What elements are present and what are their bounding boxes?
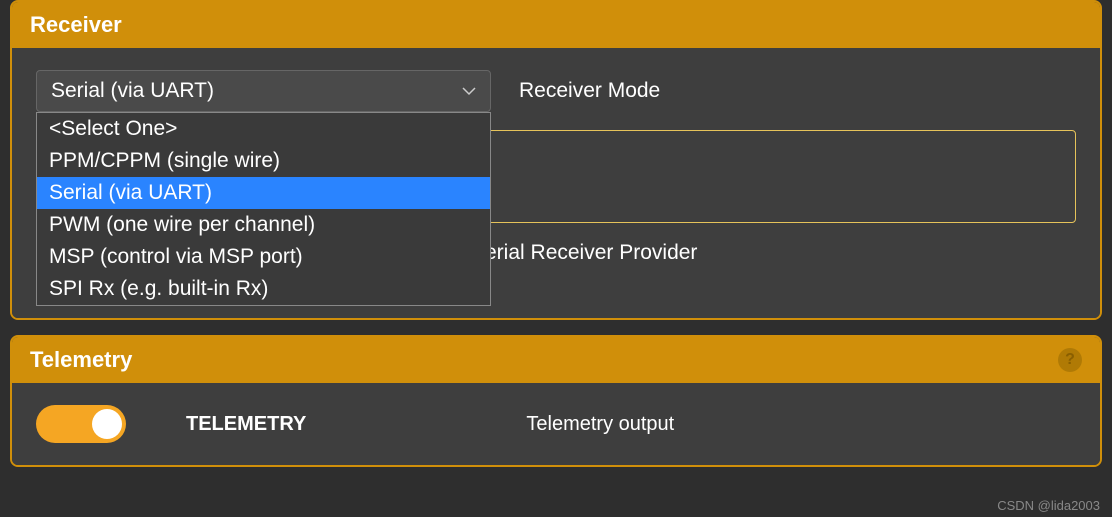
telemetry-desc: Telemetry output: [526, 413, 674, 436]
dropdown-option-spi-rx[interactable]: SPI Rx (e.g. built-in Rx): [37, 273, 490, 305]
toggle-knob: [92, 409, 122, 439]
dropdown-option-select-one[interactable]: <Select One>: [37, 113, 490, 145]
receiver-panel: Receiver Serial (via UART) <Select One> …: [10, 0, 1102, 320]
serial-receiver-provider-label: Serial Receiver Provider: [471, 241, 1076, 265]
telemetry-title: Telemetry: [30, 347, 132, 373]
receiver-mode-label: Receiver Mode: [519, 79, 660, 103]
dropdown-option-pwm[interactable]: PWM (one wire per channel): [37, 209, 490, 241]
receiver-body: Serial (via UART) <Select One> PPM/CPPM …: [12, 48, 1100, 318]
dropdown-option-serial-uart[interactable]: Serial (via UART): [37, 177, 490, 209]
watermark: CSDN @lida2003: [997, 498, 1100, 513]
telemetry-body: TELEMETRY Telemetry output: [12, 383, 1100, 465]
telemetry-header: Telemetry ?: [12, 337, 1100, 383]
chevron-down-icon: [462, 86, 476, 96]
receiver-header: Receiver: [12, 2, 1100, 48]
receiver-mode-select[interactable]: Serial (via UART): [36, 70, 491, 112]
receiver-mode-row: Serial (via UART) <Select One> PPM/CPPM …: [36, 70, 1076, 112]
telemetry-panel: Telemetry ? TELEMETRY Telemetry output: [10, 335, 1102, 467]
dropdown-option-msp[interactable]: MSP (control via MSP port): [37, 241, 490, 273]
receiver-mode-dropdown: <Select One> PPM/CPPM (single wire) Seri…: [36, 112, 491, 306]
receiver-mode-selected-value: Serial (via UART): [51, 79, 214, 103]
telemetry-toggle-label: TELEMETRY: [186, 413, 306, 436]
receiver-title: Receiver: [30, 12, 122, 38]
help-icon[interactable]: ?: [1058, 348, 1082, 372]
telemetry-toggle-row: TELEMETRY Telemetry output: [36, 405, 1076, 443]
receiver-mode-select-wrapper: Serial (via UART) <Select One> PPM/CPPM …: [36, 70, 491, 112]
dropdown-option-ppm[interactable]: PPM/CPPM (single wire): [37, 145, 490, 177]
telemetry-toggle[interactable]: [36, 405, 126, 443]
